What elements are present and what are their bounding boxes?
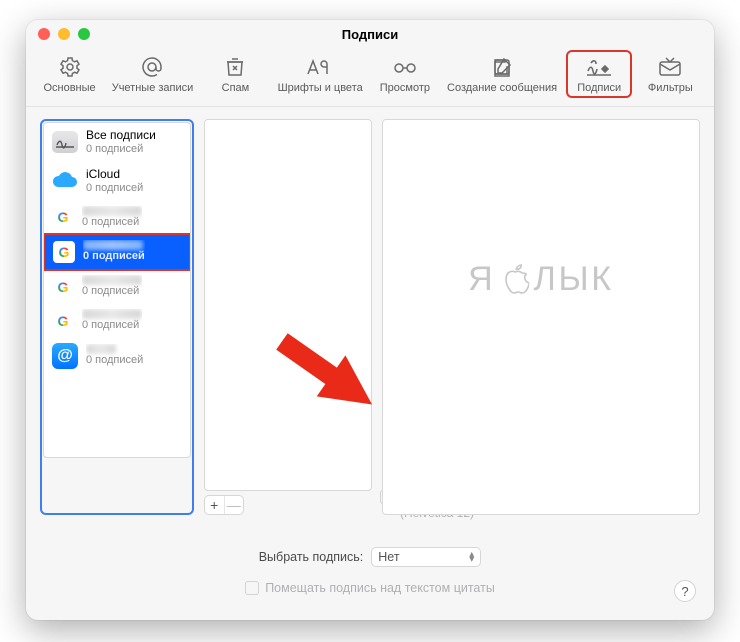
redacted-text bbox=[86, 344, 116, 354]
select-value: Нет bbox=[378, 550, 399, 564]
tab-label: Просмотр bbox=[380, 82, 430, 94]
tab-accounts[interactable]: Учетные записи bbox=[108, 50, 198, 98]
signature-editor[interactable]: Я ЛЫК bbox=[382, 119, 700, 515]
tab-fonts[interactable]: Шрифты и цвета bbox=[274, 50, 367, 98]
chevron-updown-icon: ▴▾ bbox=[469, 552, 474, 563]
font-icon bbox=[305, 54, 335, 80]
account-count: 0 подписей bbox=[86, 182, 143, 196]
close-button[interactable] bbox=[38, 28, 50, 40]
tab-composing[interactable]: Создание сообщения bbox=[443, 50, 561, 98]
minimize-button[interactable] bbox=[58, 28, 70, 40]
google-icon: G bbox=[53, 241, 75, 263]
gear-icon bbox=[58, 54, 82, 80]
window-title: Подписи bbox=[26, 27, 714, 42]
google-icon: G bbox=[52, 310, 74, 332]
above-quote-row: Помещать подпись над текстом цитаты bbox=[40, 581, 700, 595]
help-button[interactable]: ? bbox=[674, 580, 696, 602]
tab-label: Спам bbox=[222, 82, 250, 94]
choose-signature-select[interactable]: Нет ▴▾ bbox=[371, 547, 481, 567]
tab-label: Фильтры bbox=[648, 82, 693, 94]
google-icon: G bbox=[52, 276, 74, 298]
account-item-mail[interactable]: @ 0 подписей bbox=[44, 338, 190, 374]
accounts-panel-highlight: Все подписи 0 подписей iCloud 0 подписей… bbox=[40, 119, 194, 515]
add-remove-control: + — bbox=[204, 495, 244, 515]
tab-label: Учетные записи bbox=[112, 82, 194, 94]
signature-icon bbox=[52, 131, 78, 153]
accounts-list[interactable]: Все подписи 0 подписей iCloud 0 подписей… bbox=[43, 122, 191, 458]
toolbar: Основные Учетные записи Спам Шрифты и цв… bbox=[26, 48, 714, 107]
above-quote-checkbox[interactable] bbox=[245, 581, 259, 595]
account-item-icloud[interactable]: iCloud 0 подписей bbox=[44, 162, 190, 201]
account-count: 0 подписей bbox=[82, 319, 142, 333]
compose-icon bbox=[490, 54, 514, 80]
account-item-all[interactable]: Все подписи 0 подписей bbox=[44, 123, 190, 162]
tab-label: Основные bbox=[43, 82, 95, 94]
lower-controls: Всегда использовать шрифт по умолчанию (… bbox=[26, 515, 714, 607]
cloud-icon bbox=[52, 168, 78, 194]
google-icon: G bbox=[52, 206, 74, 228]
account-name: iCloud bbox=[86, 167, 143, 182]
tab-signatures[interactable]: Подписи bbox=[566, 50, 632, 98]
titlebar: Подписи bbox=[26, 20, 714, 48]
tab-label: Создание сообщения bbox=[447, 82, 557, 94]
above-quote-label: Помещать подпись над текстом цитаты bbox=[265, 581, 495, 595]
tab-viewing[interactable]: Просмотр bbox=[372, 50, 438, 98]
choose-signature-label: Выбрать подпись: bbox=[259, 550, 364, 564]
preferences-window: Подписи Основные Учетные записи Спам Шри… bbox=[26, 20, 714, 620]
apple-icon bbox=[499, 263, 529, 297]
tab-label: Шрифты и цвета bbox=[278, 82, 363, 94]
account-count: 0 подписей bbox=[86, 143, 156, 157]
account-item-google-selected[interactable]: G 0 подписей bbox=[43, 233, 191, 271]
account-item-google[interactable]: G 0 подписей bbox=[44, 201, 190, 235]
account-count: 0 подписей bbox=[83, 250, 145, 264]
content-area: Все подписи 0 подписей iCloud 0 подписей… bbox=[26, 107, 714, 515]
tab-label: Подписи bbox=[577, 82, 621, 94]
watermark: Я ЛЫК bbox=[468, 260, 614, 299]
account-name: Все подписи bbox=[86, 128, 156, 143]
at-icon bbox=[140, 54, 164, 80]
account-item-google[interactable]: G 0 подписей bbox=[44, 270, 190, 304]
glasses-icon bbox=[391, 54, 419, 80]
redacted-text bbox=[82, 275, 142, 285]
signature-icon bbox=[585, 54, 613, 80]
zoom-button[interactable] bbox=[78, 28, 90, 40]
account-count: 0 подписей bbox=[86, 354, 143, 368]
trash-x-icon bbox=[223, 54, 247, 80]
add-button[interactable]: + bbox=[205, 496, 225, 514]
account-count: 0 подписей bbox=[82, 285, 142, 299]
choose-signature-row: Выбрать подпись: Нет ▴▾ bbox=[40, 547, 700, 567]
tab-junk[interactable]: Спам bbox=[202, 50, 268, 98]
envelope-filter-icon bbox=[657, 54, 683, 80]
remove-button[interactable]: — bbox=[225, 496, 244, 514]
redacted-text bbox=[82, 309, 142, 319]
account-count: 0 подписей bbox=[82, 216, 142, 230]
tab-rules[interactable]: Фильтры bbox=[637, 50, 703, 98]
tab-general[interactable]: Основные bbox=[37, 50, 103, 98]
account-item-google[interactable]: G 0 подписей bbox=[44, 304, 190, 338]
at-icon: @ bbox=[52, 343, 78, 369]
redacted-text bbox=[82, 206, 142, 216]
signatures-list[interactable] bbox=[204, 119, 372, 491]
window-controls bbox=[38, 28, 90, 40]
redacted-text bbox=[83, 240, 143, 250]
